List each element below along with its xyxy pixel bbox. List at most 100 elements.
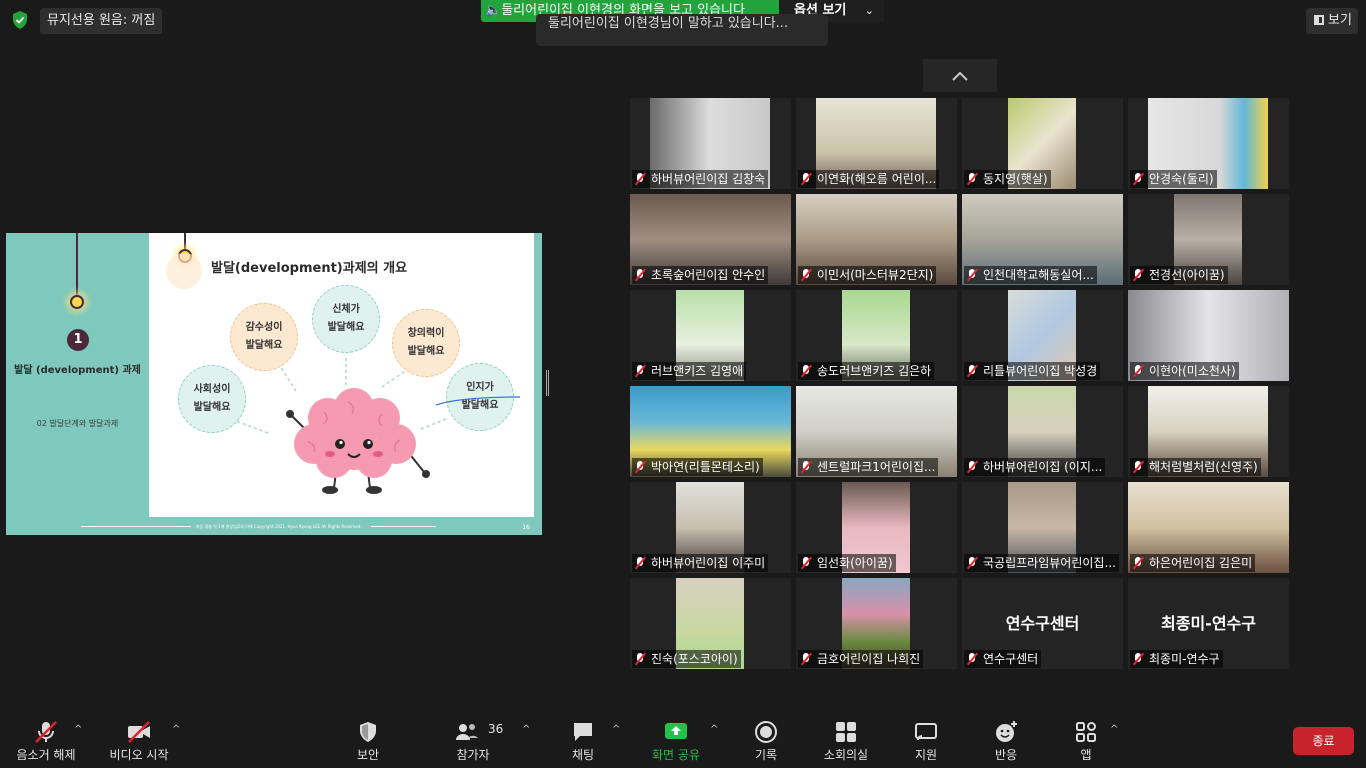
muted-mic-icon — [1130, 172, 1146, 186]
gallery-scroll-up-button[interactable] — [923, 59, 997, 92]
support-icon — [915, 723, 937, 741]
start-video-button[interactable]: 비디오 시작 — [100, 716, 178, 764]
participant-name-large: 최종미-연수구 — [1161, 614, 1256, 633]
muted-mic-icon — [632, 268, 648, 282]
participant-name: 이연화(해오름 어린이... — [798, 170, 940, 188]
participant-tile[interactable]: 진숙(포스코아이) — [630, 578, 791, 669]
participant-tile[interactable]: 센트럴파크1어린이집... — [796, 386, 957, 477]
participant-tile[interactable]: 최종미-연수구 최종미-연수구 — [1128, 578, 1289, 669]
muted-mic-icon — [964, 172, 980, 186]
participant-name: 해처럼별처럼(신영주) — [1130, 458, 1261, 476]
chat-button[interactable]: 채팅 — [554, 716, 612, 764]
support-button[interactable]: 지원 — [898, 716, 954, 764]
participant-name: 하버뷰어린이집 (이지... — [964, 458, 1106, 476]
footer-rule — [81, 526, 191, 527]
participant-name: 최종미-연수구 — [1130, 650, 1223, 668]
participant-tile[interactable]: 금호어린이집 나희진 — [796, 578, 957, 669]
muted-mic-icon — [632, 556, 648, 570]
muted-mic-icon — [1130, 268, 1146, 282]
share-screen-button[interactable]: 화면 공유 — [644, 716, 708, 764]
participant-name-large: 연수구센터 — [1005, 614, 1080, 633]
participant-name: 하버뷰어린이집 김창숙 — [632, 170, 769, 188]
participant-tile[interactable]: 이연화(해오름 어린이... — [796, 98, 957, 189]
shared-screen: 1 발달 (development) 과제 02 발달단계와 발달과제 발달(d… — [6, 233, 542, 535]
participants-options-caret[interactable]: ^ — [522, 724, 530, 735]
participant-tile[interactable]: 전경선(아이꿈) — [1128, 194, 1289, 285]
speaker-icon: 🔈 — [485, 3, 502, 18]
chevron-down-icon: ⌄ — [864, 4, 874, 17]
bubble-physical: 신체가 발달해요 — [312, 285, 380, 353]
muted-mic-icon — [1130, 460, 1146, 474]
participant-tile[interactable]: 국공립프라임뷰어린이집... — [962, 482, 1123, 573]
audio-options-caret[interactable]: ^ — [74, 724, 82, 735]
participant-name: 송도러브앤키즈 김은하 — [798, 362, 935, 380]
participant-tile[interactable]: 해처럼별처럼(신영주) — [1128, 386, 1289, 477]
copyright-text: 마음 맞춤 첫 1에 발달업무의 이해 Copyright 2021. Hyun… — [196, 524, 362, 529]
participant-tile[interactable]: 이현아(미소천사) — [1128, 290, 1289, 381]
participant-name: 하은어린이집 김은미 — [1130, 554, 1256, 572]
security-button[interactable]: 보안 — [338, 716, 398, 764]
bubble-creativity: 창의력이 발달해요 — [392, 309, 460, 377]
participant-tile[interactable]: 동지영(햇살) — [962, 98, 1123, 189]
muted-mic-icon — [632, 172, 648, 186]
participant-tile[interactable]: 안경숙(둘리) — [1128, 98, 1289, 189]
participant-name: 전경선(아이꿈) — [1130, 266, 1228, 284]
participants-button[interactable]: 36 참가자 — [442, 716, 504, 764]
participant-tile[interactable]: 임선화(아이꿈) — [796, 482, 957, 573]
participant-tile[interactable]: 하버뷰어린이집 김창숙 — [630, 98, 791, 189]
participant-name: 이민서(마스터뷰2단지) — [798, 266, 937, 284]
participant-tile[interactable]: 하은어린이집 김은미 — [1128, 482, 1289, 573]
original-sound-toggle[interactable]: 뮤지선용 원음: 꺼짐 — [40, 8, 163, 34]
share-options-caret[interactable]: ^ — [710, 724, 718, 735]
bubble-social: 사회성이 발달해요 — [178, 365, 246, 433]
apps-options-caret[interactable]: ^ — [1110, 724, 1118, 735]
security-shield-icon[interactable] — [10, 10, 30, 30]
participant-tile[interactable]: 러브앤키즈 김영애 — [630, 290, 791, 381]
participant-tile[interactable]: 하버뷰어린이집 (이지... — [962, 386, 1123, 477]
participant-name: 동지영(햇살) — [964, 170, 1051, 188]
participant-name: 인천대학교해동실어... — [964, 266, 1097, 284]
participant-tile[interactable]: 연수구센터 연수구센터 — [962, 578, 1123, 669]
participant-gallery: 하버뷰어린이집 김창숙 이연화(해오름 어린이... 동지영(햇살) 안경숙(둘… — [630, 98, 1292, 670]
participant-name: 리틀뷰어린이집 박성경 — [964, 362, 1101, 380]
muted-mic-icon — [798, 268, 814, 282]
participant-name: 초록숲어린이집 안수인 — [632, 266, 769, 284]
participant-name: 러브앤키즈 김영애 — [632, 362, 747, 380]
chevron-up-icon — [952, 71, 968, 81]
participant-tile[interactable]: 이민서(마스터뷰2단지) — [796, 194, 957, 285]
participant-tile[interactable]: 송도러브앤키즈 김은하 — [796, 290, 957, 381]
muted-mic-icon — [1130, 556, 1146, 570]
share-screen-label: 화면 공유 — [652, 748, 700, 762]
muted-mic-icon — [964, 556, 980, 570]
video-off-icon — [128, 721, 150, 743]
participant-tile[interactable]: 하버뷰어린이집 이주미 — [630, 482, 791, 573]
view-label: 보기 — [1328, 13, 1352, 28]
breakout-rooms-button[interactable]: 소회의실 — [814, 716, 878, 764]
end-meeting-button[interactable]: 종료 — [1293, 727, 1354, 755]
participant-tile[interactable]: 리틀뷰어린이집 박성경 — [962, 290, 1123, 381]
muted-mic-icon — [632, 652, 648, 666]
participant-name: 센트럴파크1어린이집... — [798, 458, 939, 476]
record-button[interactable]: 기록 — [738, 716, 794, 764]
bubble-sensitivity: 감수성이 발달해요 — [230, 303, 298, 371]
participant-tile[interactable]: 박아연(리틀몬테소리) — [630, 386, 791, 477]
brain-mascot-icon — [286, 388, 430, 494]
record-label: 기록 — [754, 748, 778, 762]
participant-name: 금호어린이집 나희진 — [798, 650, 924, 668]
participant-tile[interactable]: 초록숲어린이집 안수인 — [630, 194, 791, 285]
chat-options-caret[interactable]: ^ — [612, 724, 620, 735]
reactions-button[interactable]: 반응 — [978, 716, 1034, 764]
participant-tile[interactable]: 인천대학교해동실어... — [962, 194, 1123, 285]
muted-mic-icon — [632, 460, 648, 474]
panel-resize-handle[interactable] — [546, 370, 549, 396]
chat-label: 채팅 — [571, 748, 595, 762]
participants-label: 참가자 — [456, 748, 490, 762]
view-layout-button[interactable]: 보기 — [1306, 8, 1358, 34]
slide-page-number: 16 — [522, 524, 530, 531]
video-options-caret[interactable]: ^ — [172, 724, 180, 735]
participants-icon — [455, 724, 478, 740]
muted-mic-icon — [964, 460, 980, 474]
participant-name: 하버뷰어린이집 이주미 — [632, 554, 769, 572]
participant-count: 36 — [488, 722, 504, 736]
apps-button[interactable]: 앱 — [1060, 716, 1112, 764]
